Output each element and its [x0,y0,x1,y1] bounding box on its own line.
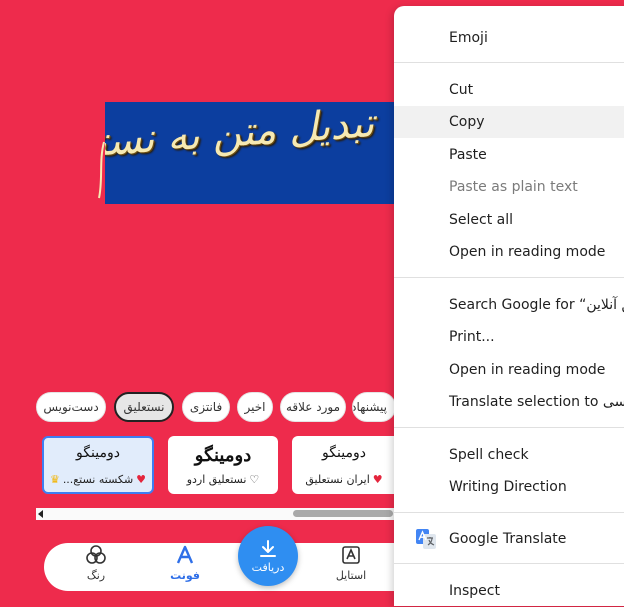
menu-item-emoji[interactable]: Emoji [394,22,624,54]
font-card[interactable]: دومینگو ♡ نستعلیق اردو [168,436,278,494]
google-translate-icon [416,529,436,549]
heart-outline-icon[interactable]: ♡ [249,473,259,486]
menu-item-spell-check[interactable]: Spell check [394,439,624,471]
chip-suggested[interactable]: پیشنهادی [352,392,396,422]
menu-divider [394,62,624,63]
style-icon [341,544,361,566]
font-sample: دومینگو [194,444,252,466]
menu-item-inspect[interactable]: Inspect [394,575,624,607]
font-name: شکسته نستع... [62,472,134,486]
menu-item-print[interactable]: Print... [394,321,624,353]
font-letter-icon [175,544,195,566]
scrollbar-thumb[interactable] [293,510,393,517]
download-label: دریافت [251,560,285,574]
chip-nastaliq[interactable]: نستعلیق [114,392,174,422]
calligraphy-preview-banner: تبدیل متن به نستعلیق آنلاین [105,102,405,204]
nav-color-label: رنگ [86,569,106,582]
menu-divider [394,512,624,513]
menu-item-select-all[interactable]: Select all [394,204,624,236]
menu-item-writing-direction[interactable]: Writing Direction [394,471,624,503]
font-name: نستعلیق اردو [186,472,247,486]
heart-filled-icon[interactable]: ♥ [136,473,146,486]
menu-item-search-google[interactable]: Search Google for “تبدیل متن به نستعلیق … [394,289,624,321]
nav-style[interactable]: استایل [321,544,381,582]
color-circles-icon [85,544,107,566]
menu-item-translate[interactable]: Translate selection to فارسی [394,386,624,418]
font-sample: دومینگو [322,444,366,461]
download-icon [260,539,276,557]
font-sample: دومینگو [76,444,120,461]
preview-text: تبدیل متن به نستعلیق آنلاین [105,102,377,178]
menu-item-paste[interactable]: Paste [394,139,624,171]
font-card[interactable]: دومینگو ♥ ایران نستعلیق [292,436,396,494]
menu-divider [394,277,624,278]
menu-item-reading-mode-2[interactable]: Open in reading mode [394,354,624,386]
nav-font[interactable]: فونت [155,544,215,582]
scroll-left-arrow-icon[interactable] [38,510,43,518]
menu-item-copy[interactable]: Copy [394,106,624,138]
menu-item-paste-plain[interactable]: Paste as plain text [394,171,624,203]
banner-flourish [98,141,105,199]
nav-font-label: فونت [170,569,200,582]
crown-icon: ♛ [49,472,60,486]
chip-recent[interactable]: اخیر [237,392,273,422]
menu-item-cut[interactable]: Cut [394,74,624,106]
font-name: ایران نستعلیق [305,472,370,486]
heart-filled-icon[interactable]: ♥ [373,473,383,486]
menu-divider [394,563,624,564]
menu-item-reading-mode[interactable]: Open in reading mode [394,236,624,268]
nav-style-label: استایل [335,569,367,582]
chip-handwriting[interactable]: دست‌نویس [36,392,106,422]
chip-favorites[interactable]: مورد علاقه [280,392,346,422]
nav-color[interactable]: رنگ [66,544,126,582]
download-button[interactable]: دریافت [238,526,298,586]
font-card[interactable]: دومینگو ♥ شکسته نستع... ♛ [42,436,154,494]
menu-divider [394,427,624,428]
chip-fantasy[interactable]: فانتزی [182,392,230,422]
